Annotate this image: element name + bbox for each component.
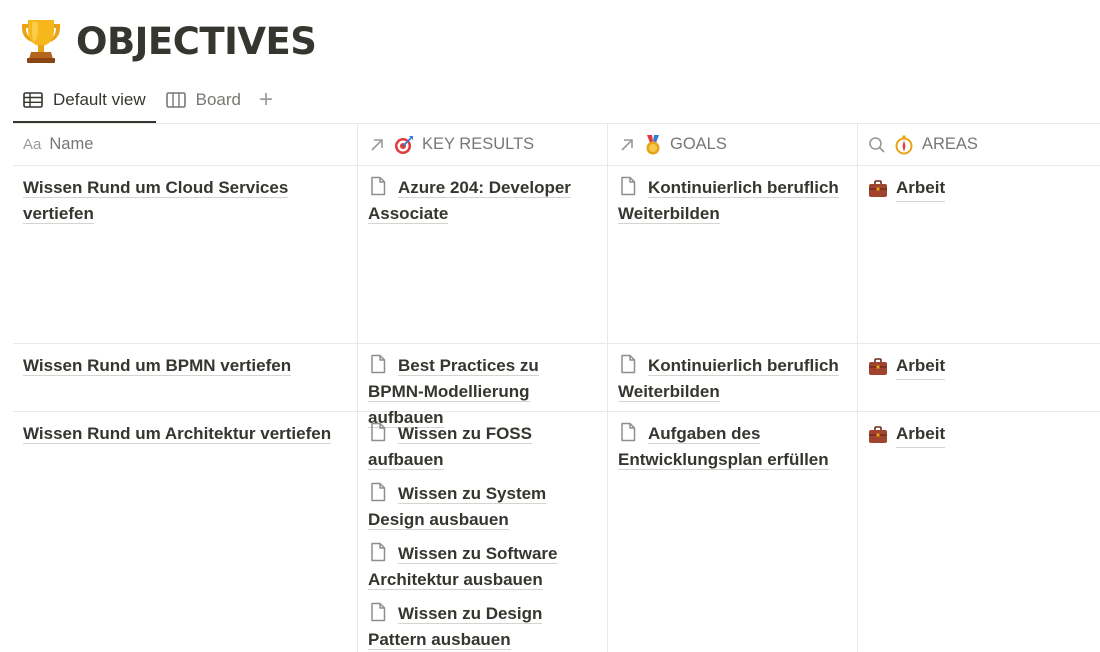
briefcase-icon: [869, 357, 887, 375]
cell-key-results[interactable]: Best Practices zu BPMN-Modellierung aufb…: [358, 344, 608, 428]
cell-areas[interactable]: Arbeit: [858, 344, 1100, 411]
table-icon: [23, 92, 43, 108]
relation-page-title: Arbeit: [896, 175, 946, 202]
table-row[interactable]: Wissen Rund um Cloud Services vertiefen …: [13, 166, 1100, 344]
relation-page[interactable]: Wissen zu Design Pattern ausbauen: [368, 601, 597, 652]
tab-default-view[interactable]: Default view: [13, 77, 156, 123]
objective-name[interactable]: Wissen Rund um Cloud Services vertiefen: [23, 178, 289, 224]
column-header-areas[interactable]: AREAS: [858, 124, 1100, 165]
medal-icon: [644, 134, 662, 155]
page-icon: [621, 354, 636, 374]
relation-page[interactable]: Azure 204: Developer Associate: [368, 175, 597, 227]
relation-page-title: Azure 204: Developer Associate: [368, 178, 571, 224]
page-icon: [621, 176, 636, 196]
tab-board[interactable]: Board: [156, 77, 251, 123]
cell-name[interactable]: Wissen Rund um Architektur vertiefen: [13, 412, 358, 652]
briefcase-icon: [869, 179, 887, 197]
briefcase-icon: [869, 425, 887, 443]
cell-areas[interactable]: Arbeit: [858, 166, 1100, 343]
page-icon: [371, 354, 386, 374]
cell-goals[interactable]: Kontinuierlich beruflich Weiterbilden: [608, 166, 858, 343]
page-icon: [371, 602, 386, 622]
page-header: OBJECTIVES: [16, 14, 317, 68]
table-row[interactable]: Wissen Rund um Architektur vertiefen Wis…: [13, 412, 1100, 652]
objective-name[interactable]: Wissen Rund um Architektur vertiefen: [23, 424, 332, 444]
table-header-row: Aa Name KEY RESULTS GOALS AREAS: [13, 124, 1100, 166]
board-icon: [165, 92, 186, 108]
trophy-icon: [22, 20, 60, 63]
relation-page[interactable]: Kontinuierlich beruflich Weiterbilden: [618, 175, 847, 227]
relation-arrow-icon: [618, 136, 636, 154]
cell-name[interactable]: Wissen Rund um Cloud Services vertiefen: [13, 166, 358, 343]
relation-page-title: Kontinuierlich beruflich Weiterbilden: [618, 178, 839, 224]
relation-page-title: Arbeit: [896, 421, 946, 448]
cell-areas[interactable]: Arbeit: [858, 412, 1100, 652]
column-header-label: Name: [49, 135, 94, 153]
relation-page-title: Aufgaben des Entwicklungsplan erfüllen: [618, 424, 829, 470]
relation-page[interactable]: Kontinuierlich beruflich Weiterbilden: [618, 353, 847, 405]
relation-page[interactable]: Aufgaben des Entwicklungsplan erfüllen: [618, 421, 847, 473]
page-icon: [371, 422, 386, 442]
column-header-label: AREAS: [922, 135, 978, 153]
relation-page-title: Arbeit: [896, 353, 946, 380]
compass-icon: [894, 135, 914, 155]
cell-name[interactable]: Wissen Rund um BPMN vertiefen: [13, 344, 358, 411]
add-view-button[interactable]: +: [251, 77, 281, 123]
relation-page[interactable]: Arbeit: [868, 175, 1090, 202]
column-header-name[interactable]: Aa Name: [13, 124, 358, 165]
relation-page-title: Kontinuierlich beruflich Weiterbilden: [618, 356, 839, 402]
page-icon: [621, 422, 636, 442]
page-icon: [371, 542, 386, 562]
relation-page-title: Wissen zu Software Architektur ausbauen: [368, 544, 558, 590]
column-header-label: KEY RESULTS: [422, 135, 535, 153]
relation-page[interactable]: Wissen zu FOSS aufbauen: [368, 421, 597, 473]
search-icon: [868, 136, 886, 154]
relation-page[interactable]: Wissen zu System Design ausbauen: [368, 481, 597, 533]
objective-name[interactable]: Wissen Rund um BPMN vertiefen: [23, 356, 292, 376]
page-icon: [371, 176, 386, 196]
relation-page-title: Wissen zu FOSS aufbauen: [368, 424, 532, 470]
table-row[interactable]: Wissen Rund um BPMN vertiefen Best Pract…: [13, 344, 1100, 428]
target-icon: [394, 135, 414, 155]
column-header-goals[interactable]: GOALS: [608, 124, 858, 165]
page-icon: [371, 482, 386, 502]
relation-arrow-icon: [368, 136, 386, 154]
tab-label: Board: [195, 90, 241, 109]
relation-page-title: Wissen zu Design Pattern ausbauen: [368, 604, 543, 650]
column-header-key-results[interactable]: KEY RESULTS: [358, 124, 608, 165]
page-title: OBJECTIVES: [76, 19, 317, 63]
relation-page[interactable]: Arbeit: [868, 421, 1090, 448]
cell-goals[interactable]: Aufgaben des Entwicklungsplan erfüllen: [608, 412, 858, 652]
objectives-table: Aa Name KEY RESULTS GOALS AREAS Wissen R…: [13, 123, 1100, 652]
relation-page[interactable]: Arbeit: [868, 353, 1090, 380]
tab-label: Default view: [53, 90, 146, 109]
relation-page[interactable]: Wissen zu Software Architektur ausbauen: [368, 541, 597, 593]
column-header-label: GOALS: [670, 135, 727, 153]
text-property-icon: Aa: [23, 136, 42, 153]
cell-goals[interactable]: Kontinuierlich beruflich Weiterbilden: [608, 344, 858, 411]
cell-key-results[interactable]: Azure 204: Developer Associate: [358, 166, 608, 343]
view-tabs: Default view Board +: [13, 77, 281, 123]
cell-key-results[interactable]: Wissen zu FOSS aufbauen Wissen zu System…: [358, 412, 608, 652]
relation-page-title: Wissen zu System Design ausbauen: [368, 484, 547, 530]
